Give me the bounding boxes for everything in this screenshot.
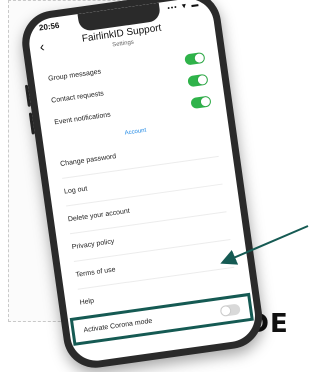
arrow-annotation (220, 225, 309, 265)
arrow-icon (220, 225, 309, 265)
